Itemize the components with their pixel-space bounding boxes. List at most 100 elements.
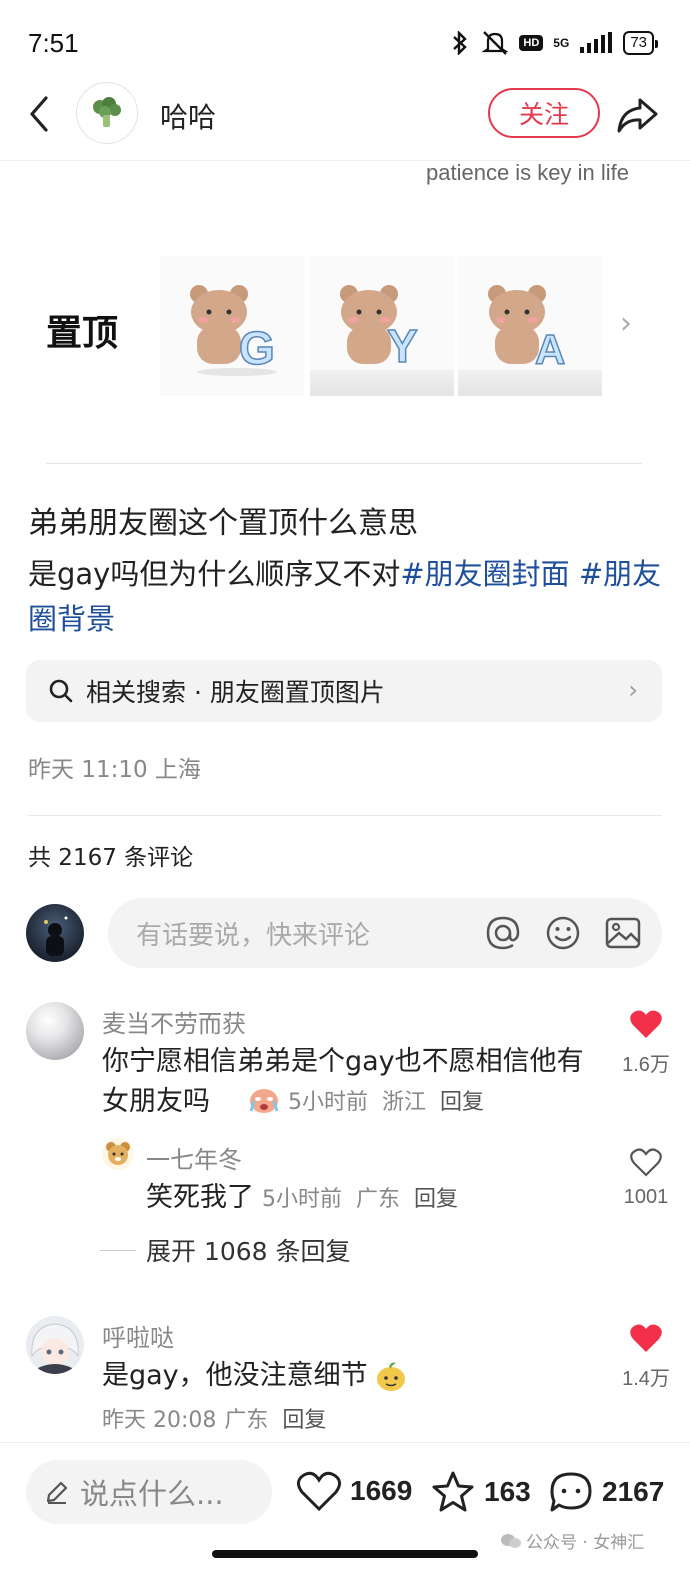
related-search-label: 相关搜索 · 朋友圈置顶图片 [86,678,385,707]
comment-meta: 昨天 20:08 广东 回复 [102,1402,326,1434]
my-avatar[interactable] [26,904,84,962]
heart-filled-icon [630,1324,662,1352]
comment-text[interactable]: 是gay，他没注意细节 [102,1356,368,1396]
chevron-left-icon [30,96,48,132]
network-type: 5G [553,35,570,50]
network-label: 5G [553,35,570,50]
comment-time: 5小时前 [288,1090,368,1115]
bear-icon: Y [340,285,418,373]
dog-icon [106,1142,130,1165]
reply-button[interactable]: 回复 [440,1084,484,1116]
favorite-total: 163 [484,1476,531,1507]
follow-button[interactable]: 关注 [488,88,600,138]
hashtag-link[interactable]: #朋友圈封面 [400,557,569,591]
like-total: 1669 [350,1475,413,1506]
avatar-image [44,916,68,956]
expand-line [100,1249,136,1251]
comment-action[interactable]: 2167 [548,1470,664,1514]
bear-sticker-a[interactable]: A [458,256,602,396]
reply-button[interactable]: 回复 [414,1181,458,1213]
reply-time: 5小时前 [262,1187,342,1212]
comment-like[interactable]: 1.6万 [616,1008,676,1077]
like-count: 1001 [623,1186,669,1208]
signal-icon [580,32,613,53]
like-count: 1.4万 [622,1368,670,1390]
tile-letter-a: A [535,326,565,373]
bluetooth-icon [453,31,468,55]
star-outline-icon [432,1471,474,1512]
reply-text[interactable]: 笑死我了 [146,1178,254,1218]
comment-input-placeholder: 有话要说，快来评论 [136,920,371,951]
author-avatar[interactable] [76,82,138,144]
pinned-label: 置顶 [46,313,119,354]
status-time: 7:51 [28,28,79,58]
comment-count: 共 2167 条评论 [28,845,194,871]
image-icon[interactable] [604,914,642,952]
content-divider [46,463,642,464]
comment-like[interactable]: 1.4万 [616,1322,676,1391]
like-count: 1.6万 [622,1054,670,1076]
post-meta: 昨天 11:10 上海 [28,757,201,783]
heart-outline-icon [630,1148,662,1177]
bear-sticker-g[interactable]: G [160,256,304,396]
replier-name[interactable]: 一七年冬 [146,1140,242,1175]
like-action[interactable]: 1669 [296,1470,412,1512]
say-something-input[interactable]: 说点什么... [26,1460,272,1524]
post-title: 弟弟朋友圈这个置顶什么意思 [28,506,418,541]
watermark-text: 公众号 · 女神汇 [526,1533,645,1553]
broccoli-icon [93,97,121,127]
image-caption: patience is key in life [426,160,629,185]
comment-location: 浙江 [382,1090,427,1115]
watermark: 公众号 · 女神汇 [500,1528,644,1553]
post-body-text: 是gay吗但为什么顺序又不对 [28,557,401,591]
share-icon [617,98,658,133]
back-button[interactable] [22,92,62,136]
reply-row: 笑死我了 5小时前 广东 回复 [146,1178,458,1218]
share-button[interactable] [614,92,660,138]
commenter-name[interactable]: 麦当不劳而获 [102,1004,246,1039]
chevron-right-icon[interactable]: › [620,306,632,341]
reply-location: 广东 [356,1187,401,1212]
author-name[interactable]: 哈哈 [160,96,216,136]
search-icon [49,679,73,703]
chevron-right-icon: › [628,676,638,704]
commenter-avatar[interactable] [26,1316,84,1374]
status-icons: HD 5G 73 [449,30,658,56]
related-search-bar[interactable]: 相关搜索 · 朋友圈置顶图片 › [26,660,662,722]
bear-icon: A [488,285,566,374]
post-body: 是gay吗但为什么顺序又不对#朋友圈封面 #朋友圈背景 [28,552,668,642]
comment-total: 2167 [602,1476,665,1507]
heart-outline-icon [297,1471,341,1512]
emoji-icon[interactable] [544,914,582,952]
tile-shadow [458,370,602,396]
comment-input[interactable]: 有话要说，快来评论 [108,898,662,968]
at-mention-icon[interactable] [484,914,522,952]
reply-like[interactable]: 1001 [616,1146,676,1209]
fruit-emoji-icon [376,1362,405,1391]
anime-avatar-icon [31,1323,79,1374]
comment-bubble-icon [550,1472,592,1512]
bottom-bar-divider [0,1442,690,1443]
bear-sticker-y[interactable]: Y [310,256,454,396]
battery-indicator: 73 [623,31,658,55]
replier-avatar[interactable] [102,1138,134,1170]
reply-button[interactable]: 回复 [282,1402,326,1434]
favorite-action[interactable]: 163 [430,1470,531,1514]
expand-replies-button[interactable]: 展开 1068 条回复 [100,1232,351,1268]
tile-letter-g: G [239,322,275,374]
heart-filled-icon [630,1010,662,1038]
crying-emoji-icon [249,1089,279,1113]
bear-icon: G [190,285,277,376]
hd-badge: HD [519,35,544,51]
mute-icon [481,31,510,55]
commenter-avatar[interactable] [26,1002,84,1060]
pencil-icon [46,1481,68,1504]
comment-meta: 5小时前 浙江 回复 [248,1084,484,1116]
commenter-name[interactable]: 呼啦哒 [102,1318,174,1353]
comment-row: 是gay，他没注意细节 [102,1356,408,1396]
comment-location: 广东 [224,1408,269,1433]
home-indicator [212,1550,478,1558]
comment-time: 昨天 20:08 [102,1408,217,1433]
expand-replies-label: 展开 1068 条回复 [146,1237,351,1266]
wechat-icon [501,1533,521,1548]
